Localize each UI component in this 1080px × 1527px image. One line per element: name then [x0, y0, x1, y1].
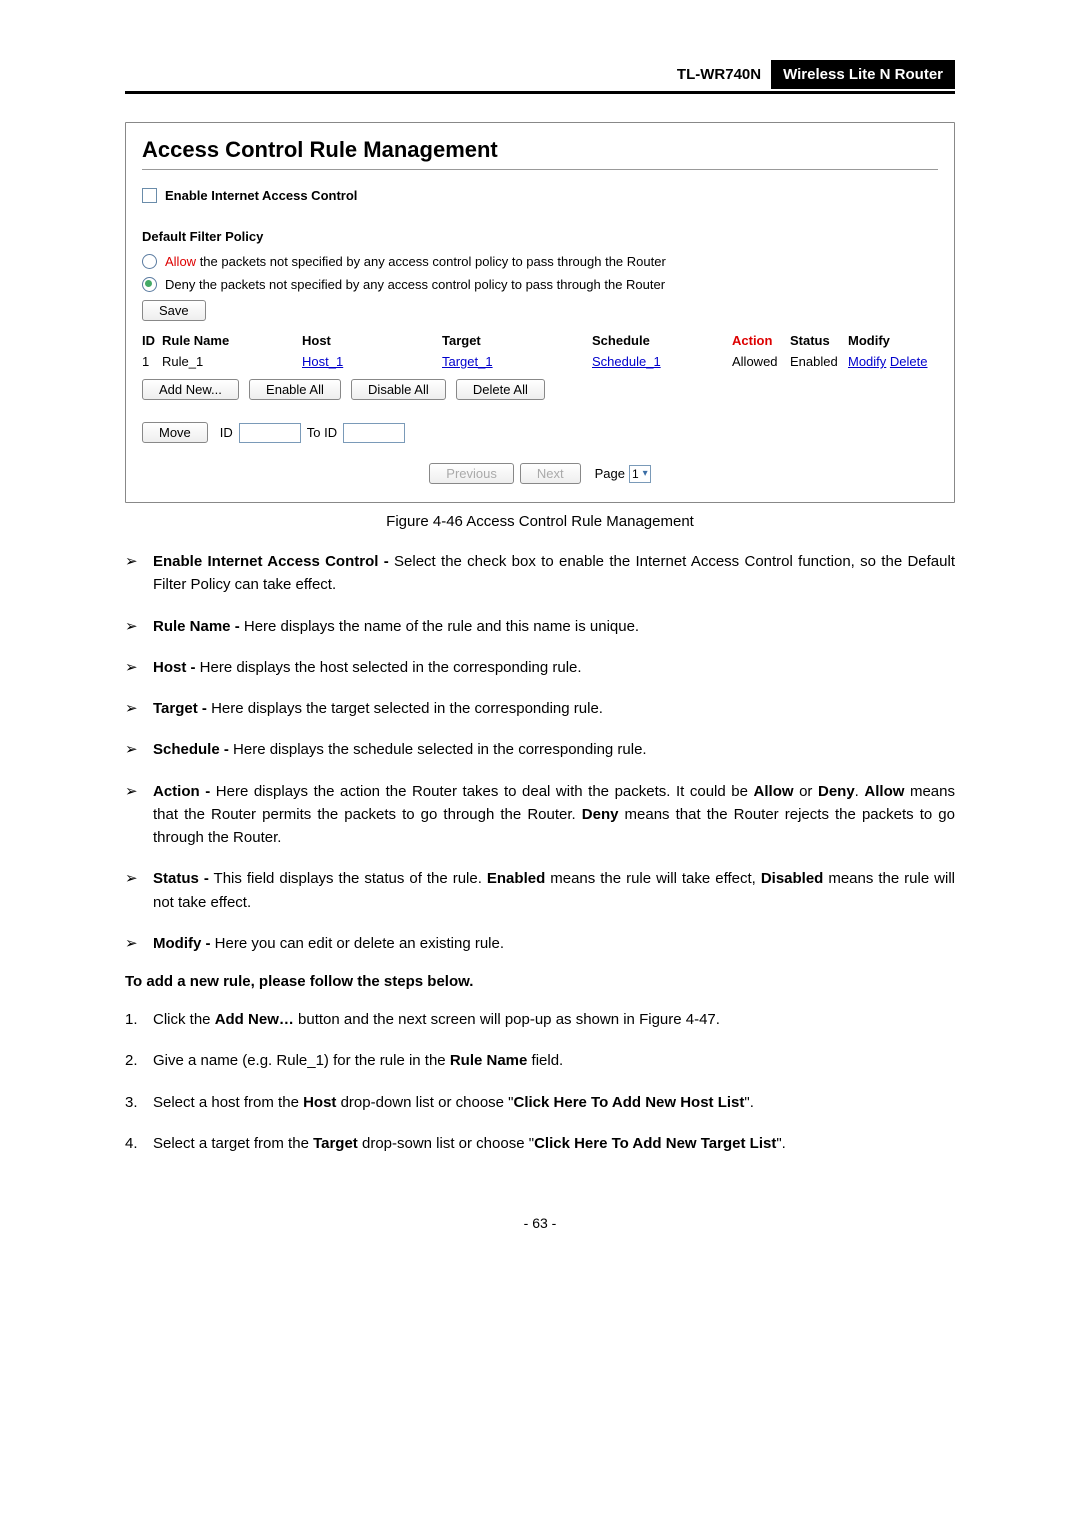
enable-iac-label: Enable Internet Access Control	[165, 188, 357, 203]
step-2: Give a name (e.g. Rule_1) for the rule i…	[153, 1049, 955, 1072]
dl-target-desc: Here displays the target selected in the…	[207, 700, 603, 717]
toid-input[interactable]	[343, 423, 405, 443]
cell-schedule-link[interactable]: Schedule_1	[592, 354, 661, 369]
add-new-button[interactable]: Add New...	[142, 379, 239, 400]
delete-all-button[interactable]: Delete All	[456, 379, 545, 400]
dl-schedule-desc: Here displays the schedule selected in t…	[229, 741, 647, 758]
dl-enable-iac-term: Enable Internet Access Control -	[153, 553, 389, 570]
dl-rulename-desc: Here displays the name of the rule and t…	[240, 618, 639, 635]
toid-label: To ID	[307, 425, 337, 440]
policy-allow-label: Allow the packets not specified by any a…	[165, 254, 666, 269]
col-action: Action	[732, 333, 790, 348]
model-number: TL-WR740N	[667, 62, 771, 87]
cell-target-link[interactable]: Target_1	[442, 354, 493, 369]
policy-allow-radio[interactable]	[142, 254, 157, 269]
default-filter-policy-heading: Default Filter Policy	[142, 229, 938, 244]
screenshot-panel: Access Control Rule Management Enable In…	[125, 122, 955, 503]
col-rule-name: Rule Name	[162, 333, 302, 348]
dl-host-desc: Here displays the host selected in the c…	[196, 659, 582, 676]
move-button[interactable]: Move	[142, 422, 208, 443]
rules-table-header: ID Rule Name Host Target Schedule Action…	[142, 333, 938, 348]
policy-deny-radio[interactable]	[142, 277, 157, 292]
dl-target-term: Target -	[153, 700, 207, 717]
dl-host-term: Host -	[153, 659, 196, 676]
page-select[interactable]: 1▾	[629, 465, 651, 483]
cell-modify: Modify Delete	[848, 354, 938, 369]
col-status: Status	[790, 333, 848, 348]
policy-deny-label: Deny the packets not specified by any ac…	[165, 277, 665, 292]
id-input-label: ID	[220, 425, 233, 440]
cell-host-link[interactable]: Host_1	[302, 354, 343, 369]
dl-modify-desc: Here you can edit or delete an existing …	[211, 935, 505, 952]
step-1: Click the Add New… button and the next s…	[153, 1008, 955, 1031]
id-input[interactable]	[239, 423, 301, 443]
cell-id: 1	[142, 354, 162, 369]
col-host: Host	[302, 333, 442, 348]
dl-modify-term: Modify -	[153, 935, 211, 952]
col-modify: Modify	[848, 333, 938, 348]
page-number: - 63 -	[125, 1215, 955, 1231]
figure-caption: Figure 4-46 Access Control Rule Manageme…	[125, 513, 955, 530]
dl-action-desc: Action - Here displays the action the Ro…	[153, 780, 955, 850]
divider	[142, 169, 938, 170]
col-target: Target	[442, 333, 592, 348]
disable-all-button[interactable]: Disable All	[351, 379, 446, 400]
panel-title: Access Control Rule Management	[142, 137, 938, 163]
description-list: ➢ Enable Internet Access Control - Selec…	[125, 550, 955, 955]
add-rule-heading: To add a new rule, please follow the ste…	[125, 973, 955, 990]
dl-rulename-term: Rule Name -	[153, 618, 240, 635]
cell-action: Allowed	[732, 354, 790, 369]
col-schedule: Schedule	[592, 333, 732, 348]
enable-iac-checkbox[interactable]	[142, 188, 157, 203]
save-button[interactable]: Save	[142, 300, 206, 321]
page-label: Page	[595, 466, 625, 481]
col-id: ID	[142, 333, 162, 348]
delete-link[interactable]: Delete	[890, 354, 928, 369]
cell-status: Enabled	[790, 354, 848, 369]
steps-list: 1. Click the Add New… button and the nex…	[125, 1008, 955, 1155]
step-3: Select a host from the Host drop-down li…	[153, 1091, 955, 1114]
step-4: Select a target from the Target drop-sow…	[153, 1132, 955, 1155]
dl-schedule-term: Schedule -	[153, 741, 229, 758]
table-row: 1 Rule_1 Host_1 Target_1 Schedule_1 Allo…	[142, 354, 938, 369]
chevron-down-icon: ▾	[643, 468, 648, 479]
next-button[interactable]: Next	[520, 463, 581, 484]
enable-all-button[interactable]: Enable All	[249, 379, 341, 400]
cell-rule-name: Rule_1	[162, 354, 302, 369]
model-desc: Wireless Lite N Router	[771, 60, 955, 89]
dl-status-desc: Status - This field displays the status …	[153, 867, 955, 914]
previous-button[interactable]: Previous	[429, 463, 514, 484]
doc-header: TL-WR740N Wireless Lite N Router	[125, 60, 955, 94]
modify-link[interactable]: Modify	[848, 354, 886, 369]
